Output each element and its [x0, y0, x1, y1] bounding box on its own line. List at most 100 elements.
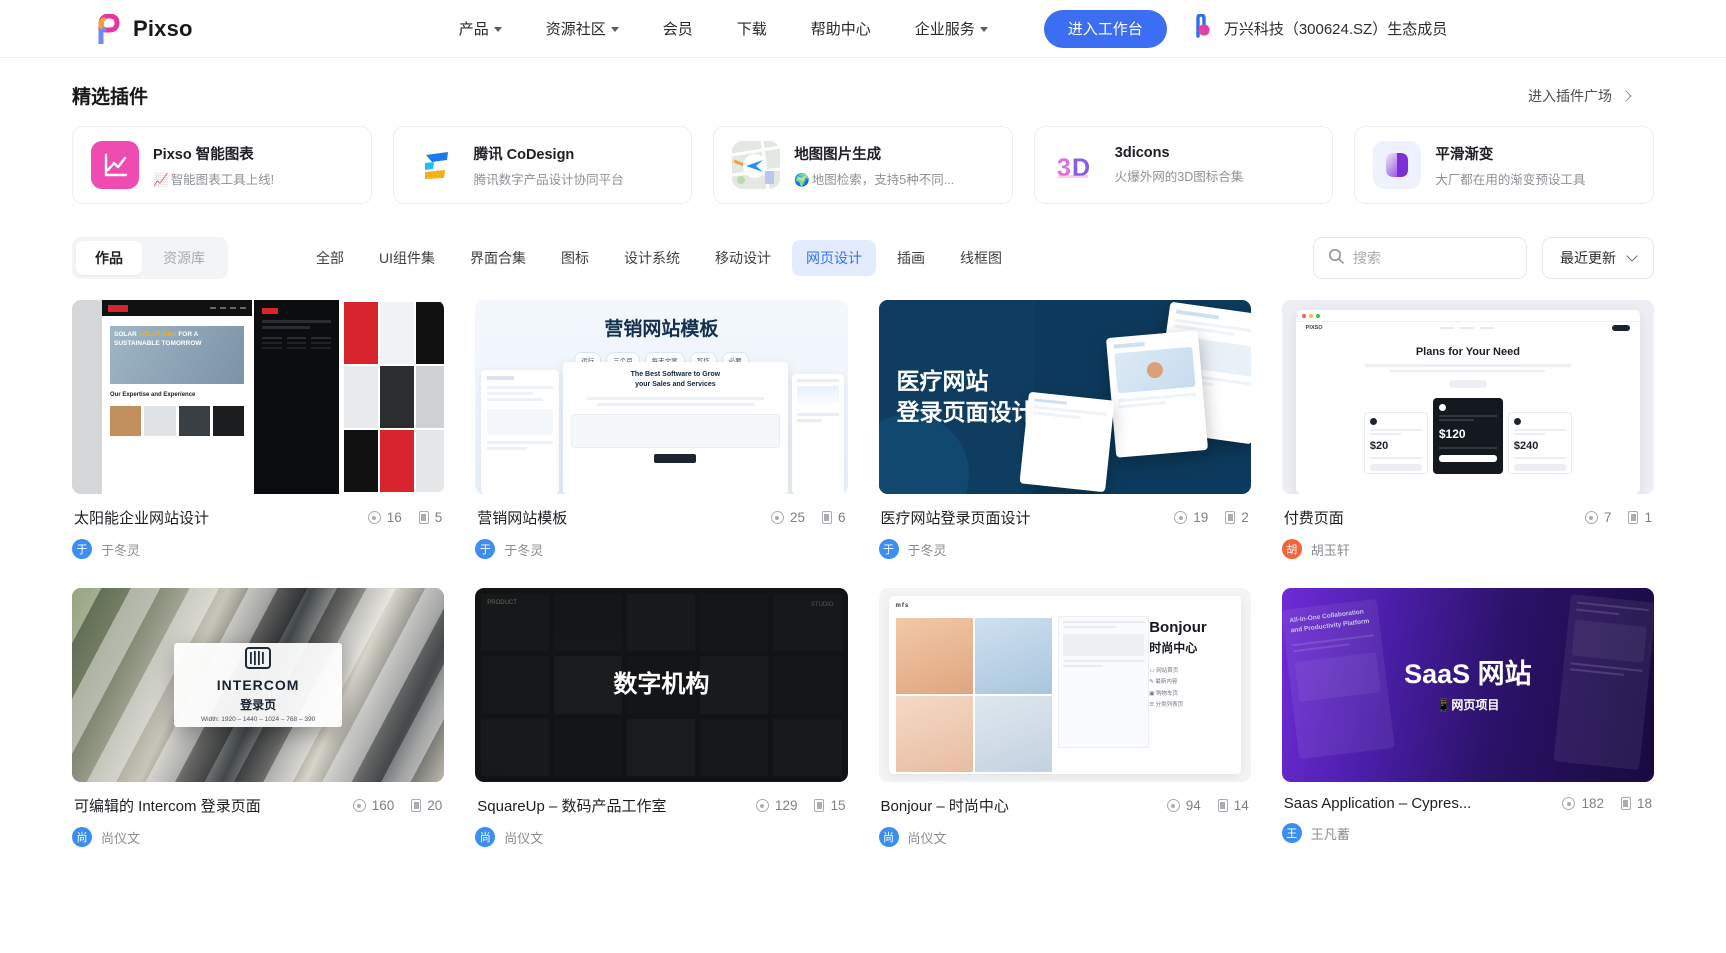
chevron-right-icon	[1620, 90, 1631, 101]
card-marketing[interactable]: 营销网站模板 运行 三个月 每天文案 写作 必要 The Best Softwa…	[475, 300, 847, 559]
card-squareup[interactable]: PRODUCT STUDIO 数字机构 SquareUp – 数码产品工作室 1…	[475, 588, 847, 847]
card-bonjour[interactable]: mfs Bonjour 时尚中心	[879, 588, 1251, 847]
card-saas[interactable]: All-In-One Collaboration and Productivit…	[1282, 588, 1654, 847]
nav-label: 下载	[737, 18, 767, 39]
plugin-card-codesign[interactable]: 腾讯 CoDesign 腾讯数字产品设计协同平台	[393, 126, 693, 204]
category-web-design[interactable]: 网页设计	[792, 240, 876, 276]
plugin-desc: 火爆外网的3D图标合集	[1115, 166, 1243, 185]
view-count: 7	[1585, 510, 1612, 525]
author-name: 王凡蓄	[1311, 824, 1350, 843]
card-author[interactable]: 尚 尚仪文	[475, 816, 847, 847]
avatar: 尚	[879, 827, 899, 847]
card-author[interactable]: 于 于冬灵	[72, 528, 444, 559]
chevron-down-icon	[1626, 250, 1637, 261]
plugin-card-smart-chart[interactable]: Pixso 智能图表 📈智能图表工具上线!	[72, 126, 372, 204]
nav-label: 产品	[459, 18, 489, 39]
category-all[interactable]: 全部	[302, 240, 358, 276]
plugins-list: Pixso 智能图表 📈智能图表工具上线! 腾讯 CoDesign 腾讯数字产品…	[0, 109, 1726, 204]
plugin-name: Pixso 智能图表	[153, 143, 274, 164]
category-ui-collections[interactable]: 界面合集	[456, 240, 540, 276]
copy-count: 20	[411, 798, 442, 813]
view-count: 182	[1562, 796, 1604, 811]
site-header: Pixso 产品 资源社区 会员 下载 帮助中心 企业服务 进入工作台	[0, 0, 1726, 58]
card-author[interactable]: 尚 尚仪文	[72, 816, 444, 847]
card-thumbnail[interactable]: 营销网站模板 运行 三个月 每天文案 写作 必要 The Best Softwa…	[475, 300, 847, 494]
card-title: 付费页面	[1284, 507, 1344, 528]
plugin-card-3dicons[interactable]: 3 D 3dicons 火爆外网的3D图标合集	[1034, 126, 1334, 204]
card-medical[interactable]: 医疗网站 登录页面设计 医疗网站登录页面设计 19 2 于 于冬灵	[879, 300, 1251, 559]
card-thumbnail[interactable]: PIXSO Plans for Your Need	[1282, 300, 1654, 494]
category-icons[interactable]: 图标	[547, 240, 603, 276]
sort-dropdown[interactable]: 最近更新	[1542, 237, 1654, 279]
nav-item-enterprise[interactable]: 企业服务	[915, 18, 988, 39]
nav-item-download[interactable]: 下载	[737, 18, 767, 39]
plugin-desc: 📈智能图表工具上线!	[153, 169, 274, 188]
enter-workspace-button[interactable]: 进入工作台	[1044, 10, 1167, 48]
card-meta: 医疗网站登录页面设计 19 2	[879, 494, 1251, 528]
search-icon	[1328, 248, 1344, 269]
view-count: 129	[756, 798, 798, 813]
plugins-section-header: 精选插件 进入插件广场	[0, 58, 1726, 109]
nav-item-products[interactable]: 产品	[459, 18, 502, 39]
card-author[interactable]: 于 于冬灵	[879, 528, 1251, 559]
category-illustration[interactable]: 插画	[883, 240, 939, 276]
nav-item-membership[interactable]: 会员	[663, 18, 693, 39]
nav-label: 资源社区	[546, 18, 606, 39]
plugin-market-label: 进入插件广场	[1528, 86, 1612, 106]
card-author[interactable]: 于 于冬灵	[475, 528, 847, 559]
search-box[interactable]	[1313, 237, 1527, 279]
card-title: 可编辑的 Intercom 登录页面	[74, 795, 261, 816]
copy-icon	[1218, 799, 1228, 812]
category-ui-kits[interactable]: UI组件集	[365, 240, 449, 276]
card-pricing[interactable]: PIXSO Plans for Your Need	[1282, 300, 1654, 559]
card-thumbnail[interactable]: All-In-One Collaboration and Productivit…	[1282, 588, 1654, 782]
nav-item-help-center[interactable]: 帮助中心	[811, 18, 871, 39]
card-thumbnail[interactable]: mfs Bonjour 时尚中心	[879, 588, 1251, 782]
nav-label: 帮助中心	[811, 18, 871, 39]
card-title: Bonjour – 时尚中心	[881, 795, 1009, 816]
nav-label: 会员	[663, 18, 693, 39]
copy-count: 6	[822, 510, 846, 525]
card-intercom[interactable]: INTERCOM 登录页 Width: 1920 – 1440 – 1024 –…	[72, 588, 444, 847]
card-thumbnail[interactable]: SOLAR SOLUTIONS FOR A SUSTAINABLE TOMORR…	[72, 300, 444, 494]
plugin-card-map-image[interactable]: 地图图片生成 🌍地图检索，支持5种不同...	[713, 126, 1013, 204]
card-author[interactable]: 王 王凡蓄	[1282, 812, 1654, 843]
card-author[interactable]: 尚 尚仪文	[879, 816, 1251, 847]
tab-works[interactable]: 作品	[76, 241, 142, 275]
category-tabs: 全部 UI组件集 界面合集 图标 设计系统 移动设计 网页设计 插画 线框图	[302, 240, 1016, 276]
category-mobile-design[interactable]: 移动设计	[701, 240, 785, 276]
avatar: 于	[879, 539, 899, 559]
card-thumbnail[interactable]: PRODUCT STUDIO 数字机构	[475, 588, 847, 782]
plugin-desc: 大厂都在用的渐变预设工具	[1435, 169, 1585, 188]
logo[interactable]: Pixso	[96, 14, 193, 44]
author-name: 尚仪文	[504, 828, 543, 847]
tab-library[interactable]: 资源库	[144, 241, 224, 275]
view-count: 19	[1174, 510, 1208, 525]
category-design-systems[interactable]: 设计系统	[610, 240, 694, 276]
sort-label: 最近更新	[1560, 248, 1616, 268]
author-name: 胡玉轩	[1311, 540, 1350, 559]
chart-line-icon	[91, 141, 139, 189]
plugin-name: 地图图片生成	[794, 143, 954, 164]
card-author[interactable]: 胡 胡玉轩	[1282, 528, 1654, 559]
eye-icon	[1174, 511, 1187, 524]
nav-item-community[interactable]: 资源社区	[546, 18, 619, 39]
avatar: 王	[1282, 823, 1302, 843]
plugin-market-link[interactable]: 进入插件广场	[1528, 86, 1630, 106]
thumb-label: 医疗网站 登录页面设计	[879, 300, 1251, 494]
avatar: 尚	[72, 827, 92, 847]
thumb-sub: 时尚中心	[1149, 639, 1234, 656]
card-title: 医疗网站登录页面设计	[881, 507, 1031, 528]
category-wireframe[interactable]: 线框图	[946, 240, 1016, 276]
card-solar[interactable]: SOLAR SOLUTIONS FOR A SUSTAINABLE TOMORR…	[72, 300, 444, 559]
card-title: 营销网站模板	[477, 507, 567, 528]
logo-text: Pixso	[133, 16, 193, 42]
plugin-desc: 🌍地图检索，支持5种不同...	[794, 169, 954, 188]
plugin-card-smooth-gradient[interactable]: 平滑渐变 大厂都在用的渐变预设工具	[1354, 126, 1654, 204]
card-thumbnail[interactable]: 医疗网站 登录页面设计	[879, 300, 1251, 494]
eye-icon	[353, 799, 366, 812]
avatar: 于	[72, 539, 92, 559]
search-input[interactable]	[1353, 250, 1512, 266]
copy-icon	[814, 799, 824, 812]
card-thumbnail[interactable]: INTERCOM 登录页 Width: 1920 – 1440 – 1024 –…	[72, 588, 444, 782]
